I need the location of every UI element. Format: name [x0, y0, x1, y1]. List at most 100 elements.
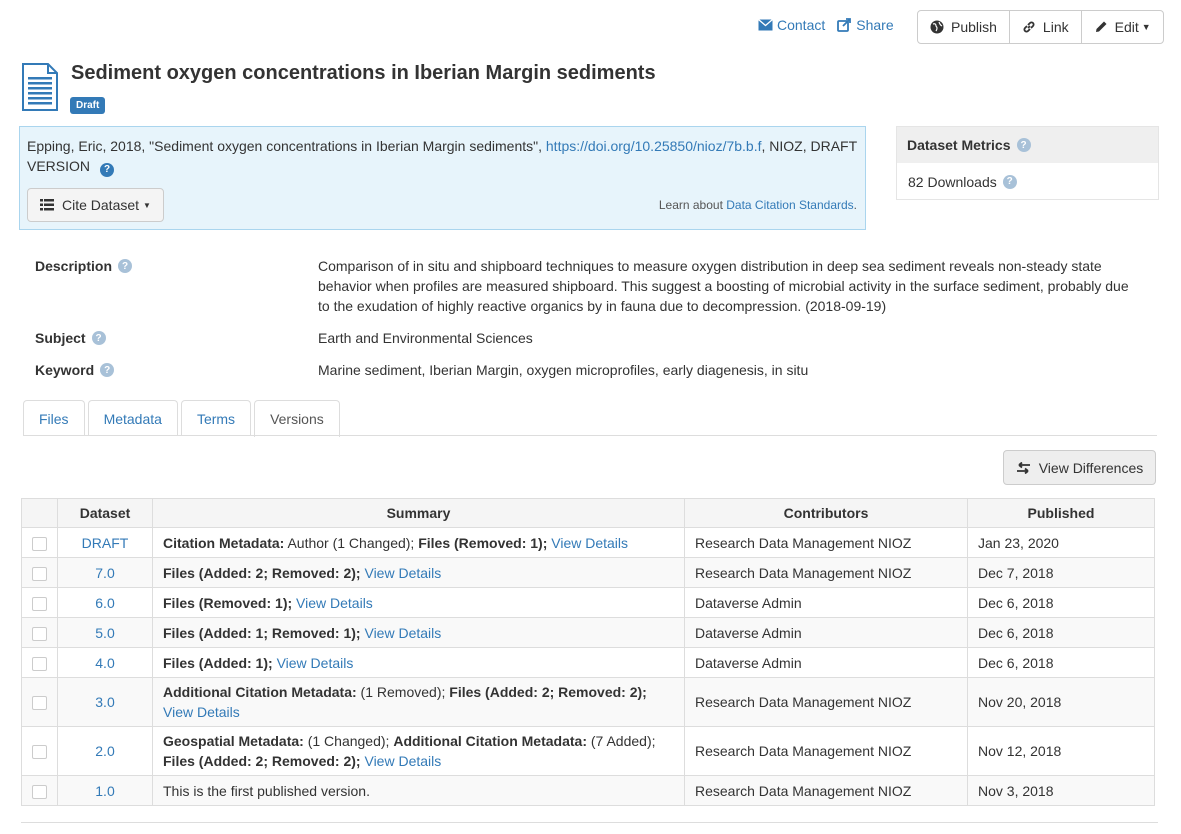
help-icon[interactable]: ?: [1002, 174, 1017, 189]
envelope-icon: [758, 19, 773, 31]
versions-table-body: DRAFT Citation Metadata: Author (1 Change…: [21, 527, 1155, 806]
share-link[interactable]: Share: [837, 17, 894, 33]
version-checkbox[interactable]: [32, 566, 47, 581]
column-header-published: Published: [967, 498, 1155, 528]
view-details-link[interactable]: View Details: [364, 565, 441, 581]
version-checkbox[interactable]: [32, 536, 47, 551]
link-button[interactable]: Link: [1008, 11, 1081, 43]
view-details-link[interactable]: View Details: [277, 655, 354, 671]
citation-box: Epping, Eric, 2018, "Sediment oxygen con…: [19, 126, 866, 230]
tab-metadata[interactable]: Metadata: [87, 400, 178, 436]
help-icon[interactable]: ?: [1016, 138, 1031, 152]
summary-bold-text: Citation Metadata:: [163, 534, 285, 551]
summary-bold-text: Files (Removed: 1);: [163, 594, 293, 611]
cite-dataset-label: Cite Dataset: [62, 197, 140, 213]
select-cell: [21, 557, 58, 588]
version-checkbox[interactable]: [32, 696, 47, 711]
version-link[interactable]: 5.0: [95, 625, 114, 641]
edit-label: Edit: [1114, 19, 1139, 35]
citation-prefix: Epping, Eric, 2018, "Sediment oxygen con…: [27, 138, 546, 154]
dataset-tabs: Files Metadata Terms Versions: [23, 400, 340, 437]
downloads-count: 82 Downloads: [908, 173, 997, 190]
table-row: 3.0 Additional Citation Metadata: (1 Remo…: [21, 677, 1155, 727]
version-link[interactable]: 6.0: [95, 595, 114, 611]
dataset-metrics-panel: Dataset Metrics ? 82 Downloads ?: [896, 126, 1159, 200]
table-row: 6.0 Files (Removed: 1); View Details Datav…: [21, 587, 1155, 618]
summary-bold-text: Geospatial Metadata:: [163, 733, 304, 749]
table-row: 1.0 This is the first published version. R…: [21, 775, 1155, 806]
published-cell: Jan 23, 2020: [967, 527, 1155, 558]
view-details-link[interactable]: View Details: [296, 595, 373, 611]
published-cell: Nov 20, 2018: [967, 677, 1155, 727]
view-details-link[interactable]: View Details: [364, 625, 441, 641]
summary-bold-text: Files (Removed: 1);: [418, 534, 548, 551]
tab-files[interactable]: Files: [23, 400, 85, 436]
subject-label: Subject ?: [35, 330, 106, 346]
version-link[interactable]: 7.0: [95, 565, 114, 581]
version-cell: 1.0: [57, 775, 153, 806]
list-icon: [40, 199, 54, 211]
view-details-link[interactable]: View Details: [551, 535, 628, 551]
published-cell: Dec 6, 2018: [967, 647, 1155, 678]
select-column-header: [21, 498, 58, 528]
cite-dataset-button[interactable]: Cite Dataset ▼: [27, 188, 164, 222]
doi-link[interactable]: https://doi.org/10.25850/nioz/7b.b.f: [546, 138, 762, 154]
published-cell: Nov 12, 2018: [967, 726, 1155, 776]
data-citation-standards-link[interactable]: Data Citation Standards: [726, 198, 853, 212]
version-checkbox[interactable]: [32, 596, 47, 611]
citation-text: Epping, Eric, 2018, "Sediment oxygen con…: [27, 136, 862, 177]
table-row: 7.0 Files (Added: 2; Removed: 2); View De…: [21, 557, 1155, 588]
help-icon[interactable]: ?: [91, 331, 106, 345]
version-link[interactable]: 3.0: [95, 694, 114, 710]
version-link[interactable]: 4.0: [95, 655, 114, 671]
help-icon[interactable]: ?: [100, 363, 115, 377]
description-value: Comparison of in situ and shipboard tech…: [318, 258, 1129, 314]
table-row: DRAFT Citation Metadata: Author (1 Change…: [21, 527, 1155, 558]
view-differences-button[interactable]: View Differences: [1003, 450, 1156, 485]
view-details-link[interactable]: View Details: [364, 753, 441, 769]
version-cell: 5.0: [57, 617, 153, 648]
tab-versions[interactable]: Versions: [254, 400, 340, 437]
summary-text: (1 Changed);: [303, 733, 394, 749]
document-icon: [22, 63, 58, 111]
publish-label: Publish: [951, 19, 997, 35]
table-row: 2.0 Geospatial Metadata: (1 Changed); Add…: [21, 726, 1155, 776]
draft-badge: Draft: [70, 97, 106, 114]
table-row: 4.0 Files (Added: 1); View Details Dataver…: [21, 647, 1155, 678]
summary-cell: Files (Added: 1; Removed: 1); View Detai…: [152, 617, 685, 648]
contributors-cell: Dataverse Admin: [684, 617, 968, 648]
link-label: Link: [1042, 19, 1069, 35]
version-checkbox[interactable]: [32, 626, 47, 641]
contact-link[interactable]: Contact: [758, 17, 825, 33]
help-icon[interactable]: ?: [118, 259, 133, 273]
contributors-cell: Dataverse Admin: [684, 647, 968, 678]
version-checkbox[interactable]: [32, 745, 47, 760]
summary-text: (7 Added);: [587, 733, 660, 749]
metrics-body: 82 Downloads ?: [897, 163, 1158, 200]
summary-text: (1 Removed);: [356, 684, 450, 700]
help-icon[interactable]: ?: [100, 163, 115, 177]
subject-value: Earth and Environmental Sciences: [318, 330, 533, 346]
version-link[interactable]: 2.0: [95, 743, 114, 759]
select-cell: [21, 775, 58, 806]
summary-bold-text: Files (Added: 2; Removed: 2);: [163, 753, 361, 769]
contributors-cell: Research Data Management NIOZ: [684, 726, 968, 776]
version-checkbox[interactable]: [32, 656, 47, 671]
version-cell: DRAFT: [57, 527, 153, 558]
learn-suffix: .: [853, 198, 857, 212]
published-cell: Dec 7, 2018: [967, 557, 1155, 588]
description-label: Description ?: [35, 258, 133, 274]
edit-dropdown-button[interactable]: Edit ▼: [1080, 11, 1163, 43]
summary-bold-text: Files (Added: 1);: [163, 654, 273, 671]
select-cell: [21, 726, 58, 776]
tab-terms[interactable]: Terms: [180, 400, 252, 436]
version-checkbox[interactable]: [32, 784, 47, 799]
view-details-link[interactable]: View Details: [163, 704, 240, 720]
summary-cell: This is the first published version.: [152, 775, 685, 806]
summary-text: [647, 684, 651, 700]
publish-button[interactable]: Publish: [918, 11, 1009, 43]
version-link[interactable]: 1.0: [95, 783, 114, 799]
dataset-title: Sediment oxygen concentrations in Iberia…: [71, 62, 656, 84]
version-link[interactable]: DRAFT: [82, 535, 129, 551]
top-links: Contact Share: [758, 17, 894, 33]
